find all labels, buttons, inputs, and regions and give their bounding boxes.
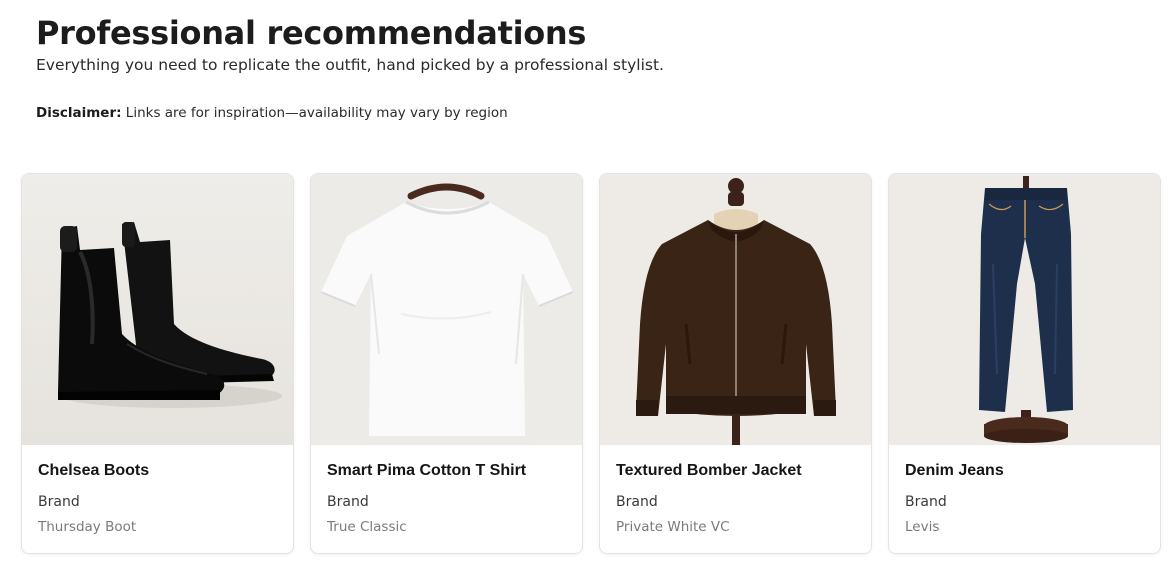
recommendations-page: Professional recommendations Everything …: [0, 0, 1171, 579]
brand-value: Levis: [905, 519, 940, 535]
product-card-bomber-jacket[interactable]: Textured Bomber Jacket Brand Private Whi…: [599, 173, 872, 554]
brand-value: True Classic: [327, 519, 407, 535]
disclaimer-text: Links are for inspiration—availability m…: [121, 105, 508, 121]
brand-label: Brand: [327, 494, 369, 510]
brand-label: Brand: [616, 494, 658, 510]
chelsea-boots-image[interactable]: [22, 174, 293, 445]
brand-label: Brand: [905, 494, 947, 510]
denim-jeans-image[interactable]: [889, 174, 1160, 445]
white-tshirt-image[interactable]: [311, 174, 582, 445]
brand-value: Thursday Boot: [38, 519, 137, 535]
product-card-denim-jeans[interactable]: Denim Jeans Brand Levis: [888, 173, 1161, 554]
brand-label: Brand: [38, 494, 80, 510]
product-card-tshirt[interactable]: Smart Pima Cotton T Shirt Brand True Cla…: [310, 173, 583, 554]
product-name[interactable]: Chelsea Boots: [38, 462, 149, 480]
disclaimer-label: Disclaimer:: [36, 105, 122, 121]
page-subtitle: Everything you need to replicate the out…: [36, 56, 664, 74]
product-card-chelsea-boots[interactable]: Chelsea Boots Brand Thursday Boot: [21, 173, 294, 554]
product-name[interactable]: Smart Pima Cotton T Shirt: [327, 462, 526, 480]
product-name[interactable]: Denim Jeans: [905, 462, 1004, 480]
bomber-jacket-image[interactable]: [600, 174, 871, 445]
disclaimer: Disclaimer: Links are for inspiration—av…: [36, 105, 508, 121]
page-title: Professional recommendations: [36, 14, 587, 52]
product-name[interactable]: Textured Bomber Jacket: [616, 462, 802, 480]
brand-value: Private White VC: [616, 519, 730, 535]
product-card-list: Chelsea Boots Brand Thursday Boot Smart …: [21, 173, 1162, 554]
